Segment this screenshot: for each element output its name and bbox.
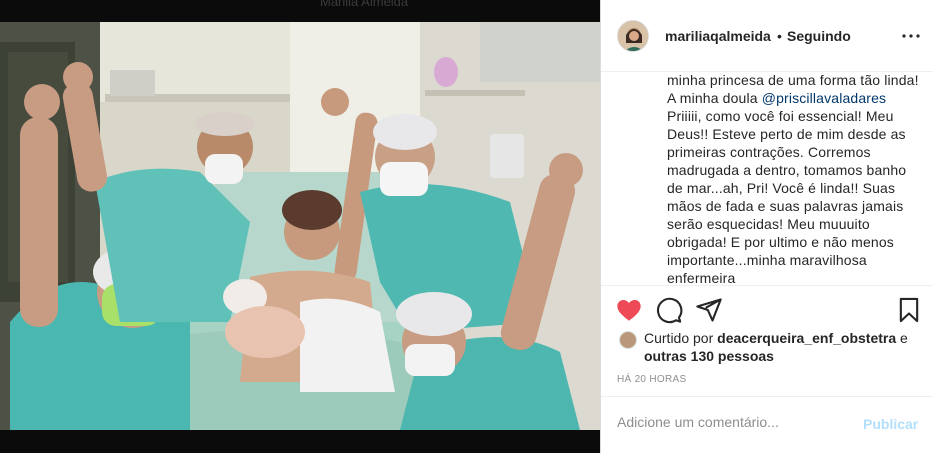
like-button[interactable] xyxy=(615,296,643,324)
post-header: mariliaqalmeida • Seguindo xyxy=(601,0,933,72)
caption-line: mãos de fada e suas palavras jamais xyxy=(667,198,904,214)
likes-count-link[interactable]: outras 130 pessoas xyxy=(644,348,774,364)
caption-line: obrigada! E por ultimo e não menos xyxy=(667,234,894,250)
post-image-area: Marilia Almeida xyxy=(0,0,600,453)
post-timestamp[interactable]: HÁ 20 HORAS xyxy=(617,374,686,385)
caption-line: importante...minha maravilhosa xyxy=(667,252,867,268)
post-sidebar: mariliaqalmeida • Seguindo minha princes… xyxy=(600,0,933,453)
publish-button[interactable]: Publicar xyxy=(863,416,918,432)
mention-link[interactable]: @priscillavaladares xyxy=(762,90,886,106)
caption-line: serão esquecidas! Meu muuuito xyxy=(667,216,870,232)
more-options-button[interactable] xyxy=(899,24,923,48)
share-button[interactable] xyxy=(695,296,723,324)
share-icon xyxy=(696,298,722,322)
save-button[interactable] xyxy=(895,296,923,324)
liker-username[interactable]: deacerqueira_enf_obstetra xyxy=(717,330,896,346)
caption-line: madrugada a dentro, tomamos banho xyxy=(667,162,907,178)
caption-line: primeiras contrações. Corremos xyxy=(667,144,871,160)
image-ghost-text: Marilia Almeida xyxy=(320,0,409,9)
image-top-strip: Marilia Almeida xyxy=(0,0,600,22)
caption-text: minha princesa de uma forma tão linda! A… xyxy=(667,73,923,285)
caption-line: Priiiii, como você foi essencial! Meu xyxy=(667,108,894,124)
post-photo[interactable] xyxy=(0,22,600,430)
likes-summary: Curtido por deacerqueira_enf_obstetra e … xyxy=(617,329,927,367)
comment-input[interactable] xyxy=(617,414,847,430)
liker-avatar[interactable] xyxy=(619,331,637,349)
caption-line: de mar...ah, Pri! Você é linda!! Suas xyxy=(667,180,896,196)
comment-icon xyxy=(656,297,683,324)
comment-button[interactable] xyxy=(655,296,683,324)
heart-icon xyxy=(617,299,641,321)
post-caption: minha princesa de uma forma tão linda! A… xyxy=(601,73,933,285)
bookmark-icon xyxy=(899,297,919,323)
caption-line: Deus!! Esteve perto de mim desde as xyxy=(667,126,906,142)
caption-line: enfermeira xyxy=(667,270,736,285)
caption-line: minha princesa de uma forma tão linda! xyxy=(667,73,919,88)
caption-line: A minha doula @priscillavaladares xyxy=(667,90,887,106)
likes-text: Curtido por deacerqueira_enf_obstetra e … xyxy=(644,330,908,364)
action-bar xyxy=(601,285,933,331)
header-separator: • xyxy=(777,28,782,44)
following-button[interactable]: Seguindo xyxy=(787,28,851,44)
more-icon xyxy=(902,34,920,38)
comment-form: Publicar xyxy=(601,396,933,453)
author-username[interactable]: mariliaqalmeida xyxy=(665,28,771,44)
author-avatar[interactable] xyxy=(617,20,649,52)
image-bottom-strip xyxy=(0,430,600,453)
